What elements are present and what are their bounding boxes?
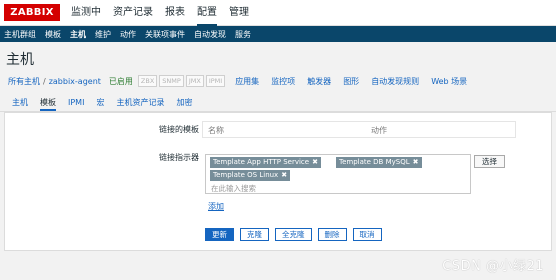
template-form-panel: 链接的模板 名称 动作 链接指示器 Template App HTTP Serv… bbox=[4, 112, 552, 251]
search-input[interactable]: 在此输入搜索 bbox=[211, 183, 256, 194]
sub-nav-discovery[interactable]: 自动发现 bbox=[194, 29, 226, 40]
top-nav-configuration[interactable]: 配置 bbox=[197, 0, 217, 26]
link-graphs[interactable]: 图形 bbox=[343, 76, 359, 87]
sub-nav-maintenance[interactable]: 维护 bbox=[95, 29, 111, 40]
top-nav: 监测中 资产记录 报表 配置 管理 bbox=[71, 0, 261, 26]
link-items[interactable]: 监控项 bbox=[271, 76, 295, 87]
template-chip: Template App HTTP Service ✖ bbox=[210, 157, 321, 168]
chip-label: Template OS Linux bbox=[213, 171, 279, 179]
link-indicator-label: 链接指示器 bbox=[159, 153, 199, 162]
sub-nav-host-groups[interactable]: 主机群组 bbox=[4, 29, 36, 40]
clone-button[interactable]: 克隆 bbox=[240, 228, 269, 241]
host-links: 应用集 监控项 触发器 图形 自动发现规则 Web 场景 bbox=[235, 76, 479, 87]
sub-nav-actions[interactable]: 动作 bbox=[120, 29, 136, 40]
sub-nav-event-correlation[interactable]: 关联项事件 bbox=[145, 29, 185, 40]
breadcrumb-all-hosts[interactable]: 所有主机 bbox=[8, 76, 40, 87]
linked-col-name: 名称 bbox=[208, 126, 224, 135]
linked-templates-table: 名称 动作 bbox=[202, 121, 516, 138]
sub-nav-services[interactable]: 服务 bbox=[235, 29, 251, 40]
template-chip: Template DB MySQL ✖ bbox=[336, 157, 422, 168]
top-nav-inventory[interactable]: 资产记录 bbox=[113, 0, 153, 26]
status-badge[interactable]: 已启用 bbox=[109, 76, 133, 87]
tab-host-inventory[interactable]: 主机资产记录 bbox=[116, 95, 164, 111]
cancel-button[interactable]: 取消 bbox=[352, 228, 382, 241]
linked-col-action: 动作 bbox=[371, 126, 387, 135]
linked-templates-label: 链接的模板 bbox=[159, 125, 199, 134]
add-link[interactable]: 添加 bbox=[208, 201, 224, 212]
template-chip: Template OS Linux ✖ bbox=[210, 170, 291, 181]
link-web-scenarios[interactable]: Web 场景 bbox=[431, 76, 467, 87]
jmx-availability-tag: JMX bbox=[185, 75, 204, 87]
breadcrumb-host-name[interactable]: zabbix-agent bbox=[49, 77, 101, 86]
sub-nav: 主机群组 模板 主机 维护 动作 关联项事件 自动发现 服务 bbox=[0, 26, 556, 42]
template-multiselect[interactable]: Template App HTTP Service ✖ Template DB M… bbox=[205, 154, 471, 194]
zbx-availability-tag: ZBX bbox=[137, 75, 158, 87]
breadcrumb: 所有主机 / zabbix-agent 已启用 ZBX SNMP JMX IPM… bbox=[0, 71, 556, 91]
tab-templates[interactable]: 模板 bbox=[40, 95, 56, 111]
top-nav-administration[interactable]: 管理 bbox=[229, 0, 249, 26]
top-nav-reports[interactable]: 报表 bbox=[165, 0, 185, 26]
delete-button[interactable]: 删除 bbox=[317, 228, 347, 241]
full-clone-button[interactable]: 全克隆 bbox=[275, 228, 312, 241]
select-button[interactable]: 选择 bbox=[474, 155, 505, 168]
sub-nav-hosts[interactable]: 主机 bbox=[70, 29, 86, 40]
tab-host[interactable]: 主机 bbox=[12, 95, 28, 111]
link-discovery-rules[interactable]: 自动发现规则 bbox=[371, 76, 419, 87]
top-bar: ZABBIX 监测中 资产记录 报表 配置 管理 bbox=[0, 0, 556, 26]
chip-label: Template App HTTP Service bbox=[213, 158, 310, 166]
close-icon[interactable]: ✖ bbox=[413, 158, 419, 166]
sub-nav-templates[interactable]: 模板 bbox=[45, 29, 61, 40]
chip-label: Template DB MySQL bbox=[339, 158, 410, 166]
snmp-availability-tag: SNMP bbox=[159, 75, 184, 87]
zabbix-logo[interactable]: ZABBIX bbox=[4, 4, 60, 21]
close-icon[interactable]: ✖ bbox=[312, 158, 318, 166]
form-tabs: 主机 模板 IPMI 宏 主机资产记录 加密 bbox=[0, 95, 556, 112]
link-applications[interactable]: 应用集 bbox=[235, 76, 259, 87]
tab-encryption[interactable]: 加密 bbox=[176, 95, 192, 111]
link-triggers[interactable]: 触发器 bbox=[307, 76, 331, 87]
ipmi-availability-tag: IPMI bbox=[205, 75, 226, 87]
top-nav-monitoring[interactable]: 监测中 bbox=[71, 0, 101, 26]
breadcrumb-separator: / bbox=[43, 76, 46, 86]
close-icon[interactable]: ✖ bbox=[281, 171, 287, 179]
page-title: 主机 bbox=[6, 52, 34, 68]
tab-macros[interactable]: 宏 bbox=[96, 95, 104, 111]
tab-ipmi[interactable]: IPMI bbox=[68, 95, 84, 111]
form-buttons: 更新 克隆 全克隆 删除 取消 bbox=[205, 228, 388, 241]
update-button[interactable]: 更新 bbox=[205, 228, 234, 241]
watermark: CSDN @小绿21 bbox=[442, 259, 544, 274]
